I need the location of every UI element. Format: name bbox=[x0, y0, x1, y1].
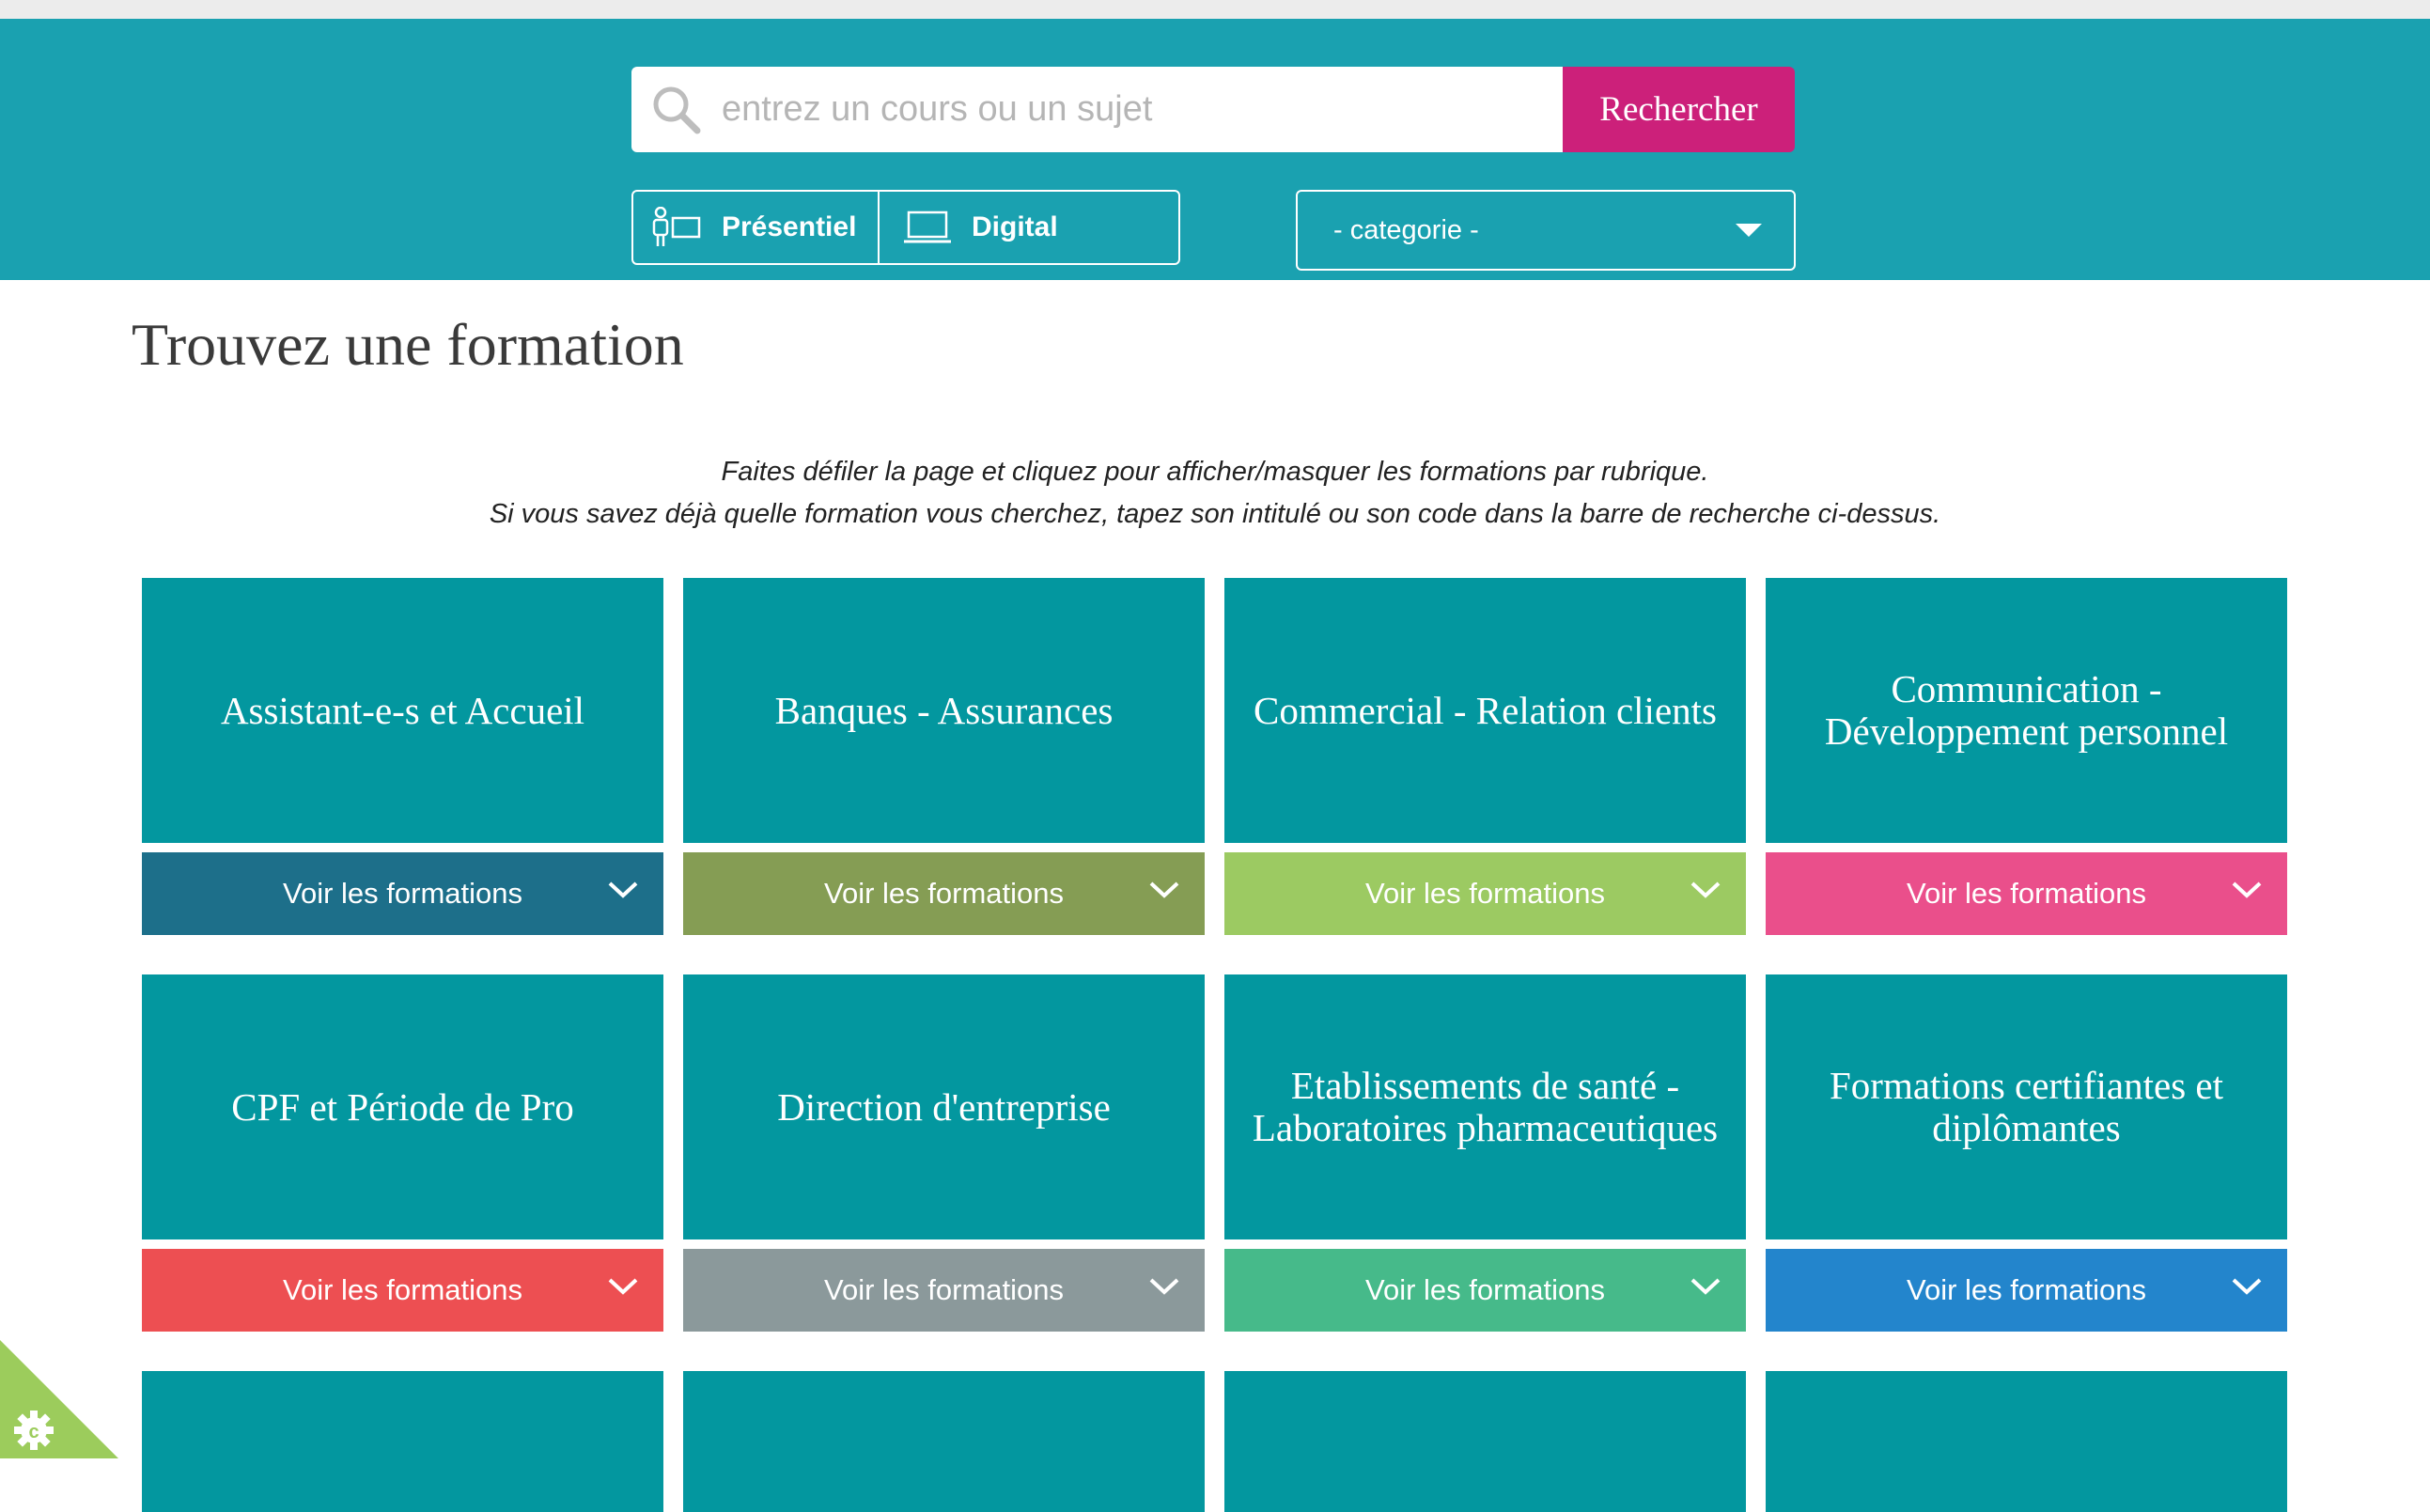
category-select[interactable]: - categorie - bbox=[1296, 190, 1796, 271]
cta-label: Voir les formations bbox=[1365, 1273, 1605, 1306]
category-tile[interactable]: Communication - Développement personnel … bbox=[1766, 578, 2287, 935]
cta-label: Voir les formations bbox=[1907, 877, 2146, 910]
search-input[interactable] bbox=[705, 70, 1563, 148]
instructions: Faites défiler la page et cliquez pour a… bbox=[0, 451, 2430, 536]
chevron-down-icon bbox=[608, 1278, 638, 1295]
search-button[interactable]: Rechercher bbox=[1563, 67, 1795, 152]
tile-title bbox=[683, 1371, 1205, 1512]
category-grid: Assistant-e-s et Accueil Voir les format… bbox=[142, 578, 2287, 1512]
cookie-settings-button[interactable]: c bbox=[0, 1340, 118, 1458]
category-tile[interactable]: Banques - Assurances Voir les formations bbox=[683, 578, 1205, 935]
search-bar: Rechercher bbox=[631, 67, 1795, 152]
cta-label: Voir les formations bbox=[283, 1273, 522, 1306]
category-tile[interactable]: Commercial - Relation clients Voir les f… bbox=[1224, 578, 1746, 935]
toggle-formations-button[interactable]: Voir les formations bbox=[1766, 852, 2287, 935]
tile-title: Communication - Développement personnel bbox=[1766, 578, 2287, 843]
instruction-line-2: Si vous savez déjà quelle formation vous… bbox=[489, 499, 1941, 529]
category-selected-value: - categorie - bbox=[1333, 214, 1479, 245]
digital-button[interactable]: Digital bbox=[880, 192, 1178, 263]
chevron-down-icon bbox=[2232, 881, 2262, 898]
digital-label: Digital bbox=[972, 211, 1058, 242]
toggle-formations-button[interactable]: Voir les formations bbox=[142, 1249, 663, 1332]
category-tile[interactable] bbox=[142, 1371, 663, 1512]
cta-label: Voir les formations bbox=[1365, 877, 1605, 910]
cta-label: Voir les formations bbox=[283, 877, 522, 910]
category-tile[interactable] bbox=[1224, 1371, 1746, 1512]
tile-title: Banques - Assurances bbox=[683, 578, 1205, 843]
toggle-formations-button[interactable]: Voir les formations bbox=[683, 1249, 1205, 1332]
presentiel-button[interactable]: Présentiel bbox=[633, 192, 880, 263]
tile-title bbox=[142, 1371, 663, 1512]
category-tile[interactable] bbox=[1766, 1371, 2287, 1512]
cta-label: Voir les formations bbox=[1907, 1273, 2146, 1306]
cta-label: Voir les formations bbox=[824, 1273, 1064, 1306]
caret-down-icon bbox=[1736, 224, 1762, 237]
chevron-down-icon bbox=[1149, 1278, 1179, 1295]
tile-title: Commercial - Relation clients bbox=[1224, 578, 1746, 843]
browser-top-strip bbox=[0, 0, 2430, 19]
toggle-formations-button[interactable]: Voir les formations bbox=[1766, 1249, 2287, 1332]
chevron-down-icon bbox=[1149, 881, 1179, 898]
presentiel-icon bbox=[652, 207, 701, 246]
category-tile[interactable]: Direction d'entreprise Voir les formatio… bbox=[683, 974, 1205, 1332]
category-tile[interactable] bbox=[683, 1371, 1205, 1512]
toggle-formations-button[interactable]: Voir les formations bbox=[1224, 1249, 1746, 1332]
cta-label: Voir les formations bbox=[824, 877, 1064, 910]
header-bar: Rechercher Présentiel Digital - categori… bbox=[0, 19, 2430, 280]
toggle-formations-button[interactable]: Voir les formations bbox=[142, 852, 663, 935]
chevron-down-icon bbox=[1690, 881, 1721, 898]
tile-title: Assistant-e-s et Accueil bbox=[142, 578, 663, 843]
category-tile[interactable]: Etablissements de santé - Laboratoires p… bbox=[1224, 974, 1746, 1332]
toggle-formations-button[interactable]: Voir les formations bbox=[683, 852, 1205, 935]
tile-title bbox=[1224, 1371, 1746, 1512]
page-title: Trouvez une formation bbox=[132, 311, 684, 378]
chevron-down-icon bbox=[608, 881, 638, 898]
chevron-down-icon bbox=[1690, 1278, 1721, 1295]
chevron-down-icon bbox=[2232, 1278, 2262, 1295]
search-icon bbox=[653, 86, 701, 133]
category-tile[interactable]: Assistant-e-s et Accueil Voir les format… bbox=[142, 578, 663, 935]
mode-toggle: Présentiel Digital bbox=[631, 190, 1180, 265]
category-tile[interactable]: Formations certifiantes et diplômantes V… bbox=[1766, 974, 2287, 1332]
search-box[interactable] bbox=[631, 67, 1563, 152]
svg-text:c: c bbox=[28, 1422, 39, 1442]
toggle-formations-button[interactable]: Voir les formations bbox=[1224, 852, 1746, 935]
instruction-line-1: Faites défiler la page et cliquez pour a… bbox=[721, 457, 1709, 487]
presentiel-label: Présentiel bbox=[722, 211, 857, 242]
tile-title: Direction d'entreprise bbox=[683, 974, 1205, 1239]
category-tile[interactable]: CPF et Période de Pro Voir les formation… bbox=[142, 974, 663, 1332]
laptop-icon bbox=[904, 210, 951, 243]
tile-title: CPF et Période de Pro bbox=[142, 974, 663, 1239]
tile-title: Etablissements de santé - Laboratoires p… bbox=[1224, 974, 1746, 1239]
tile-title: Formations certifiantes et diplômantes bbox=[1766, 974, 2287, 1239]
gear-icon: c bbox=[14, 1411, 54, 1450]
tile-title bbox=[1766, 1371, 2287, 1512]
